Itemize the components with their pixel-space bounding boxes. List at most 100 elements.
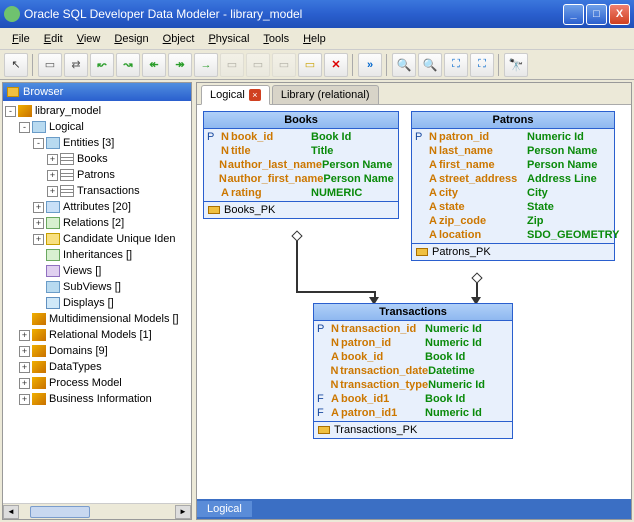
relation-line bbox=[296, 291, 376, 293]
menu-object[interactable]: Object bbox=[157, 31, 201, 47]
rel-icon bbox=[46, 217, 60, 229]
toolbar: ↜ ↝ ↞ ↠ → bbox=[0, 50, 634, 80]
relation-tool-3[interactable]: ↞ bbox=[142, 53, 166, 77]
tree-node[interactable]: + Patrons bbox=[5, 167, 189, 183]
tree-expander[interactable] bbox=[33, 298, 44, 309]
box-tool-2[interactable] bbox=[246, 53, 270, 77]
engineer-button[interactable] bbox=[358, 53, 382, 77]
tree-expander[interactable]: - bbox=[19, 122, 30, 133]
tab-logical[interactable]: Logical× bbox=[201, 85, 270, 105]
tree-expander[interactable]: + bbox=[33, 202, 44, 213]
fit-window-button[interactable] bbox=[444, 53, 468, 77]
delete-tool[interactable] bbox=[324, 53, 348, 77]
tree-expander[interactable]: + bbox=[47, 170, 58, 181]
entity-books[interactable]: BooksPNbook_idBook IdNtitleTitleNauthor_… bbox=[203, 111, 399, 219]
tree-expander[interactable]: + bbox=[19, 362, 30, 373]
menu-view[interactable]: View bbox=[71, 31, 107, 47]
tree-expander[interactable]: + bbox=[33, 218, 44, 229]
tree-node[interactable]: -Logical bbox=[5, 119, 189, 135]
tree-node[interactable]: +Relations [2] bbox=[5, 215, 189, 231]
bottom-tab-logical[interactable]: Logical bbox=[197, 501, 253, 517]
entity-patrons[interactable]: PatronsPNpatron_idNumeric IdNlast_namePe… bbox=[411, 111, 615, 261]
tree-label: Transactions bbox=[77, 185, 140, 197]
pointer-tool[interactable] bbox=[4, 53, 28, 77]
box-tool-3[interactable] bbox=[272, 53, 296, 77]
tree-expander[interactable]: + bbox=[33, 234, 44, 245]
box-icon bbox=[46, 281, 60, 293]
tree-node[interactable]: Multidimensional Models [] bbox=[5, 311, 189, 327]
navigator-button[interactable] bbox=[504, 53, 528, 77]
fit-selection-button[interactable] bbox=[470, 53, 494, 77]
tree-expander[interactable]: - bbox=[5, 106, 16, 117]
tree-node[interactable]: + Business Information bbox=[5, 391, 189, 407]
tree-label: Views [] bbox=[63, 265, 101, 277]
new-link-tool[interactable] bbox=[64, 53, 88, 77]
tree-node[interactable]: Inheritances [] bbox=[5, 247, 189, 263]
tree-node[interactable]: +Relational Models [1] bbox=[5, 327, 189, 343]
tree-expander[interactable] bbox=[19, 314, 30, 325]
new-entity-tool[interactable] bbox=[38, 53, 62, 77]
tree-expander[interactable]: + bbox=[19, 378, 30, 389]
note-tool[interactable] bbox=[298, 53, 322, 77]
tree-node[interactable]: +DataTypes bbox=[5, 359, 189, 375]
entity-column: Ntransaction_dateDatetime bbox=[315, 364, 511, 378]
tree-node[interactable]: SubViews [] bbox=[5, 279, 189, 295]
entity-column: Astreet_addressAddress Line bbox=[413, 172, 613, 186]
tree-expander[interactable]: - bbox=[33, 138, 44, 149]
tree-node[interactable]: +Books bbox=[5, 151, 189, 167]
menu-edit[interactable]: Edit bbox=[38, 31, 69, 47]
diagram-canvas[interactable]: BooksPNbook_idBook IdNtitleTitleNauthor_… bbox=[197, 105, 631, 499]
relation-tool-1[interactable]: ↜ bbox=[90, 53, 114, 77]
relation-tool-4[interactable]: ↠ bbox=[168, 53, 192, 77]
tree-expander[interactable]: + bbox=[19, 330, 30, 341]
menu-help[interactable]: Help bbox=[297, 31, 332, 47]
relation-tool-2[interactable]: ↝ bbox=[116, 53, 140, 77]
scroll-thumb[interactable] bbox=[30, 506, 90, 518]
tree-expander[interactable] bbox=[33, 250, 44, 261]
menu-tools[interactable]: Tools bbox=[257, 31, 295, 47]
tree-node[interactable]: -Entities [3] bbox=[5, 135, 189, 151]
tree-expander[interactable] bbox=[33, 266, 44, 277]
tab-library-relational-[interactable]: Library (relational) bbox=[272, 85, 379, 104]
tree-node[interactable]: +Process Model bbox=[5, 375, 189, 391]
scroll-left-button[interactable]: ◄ bbox=[3, 505, 19, 519]
box-tool-1[interactable] bbox=[220, 53, 244, 77]
tree-expander[interactable] bbox=[33, 282, 44, 293]
tree-node[interactable]: Displays [] bbox=[5, 295, 189, 311]
cube-icon bbox=[32, 313, 46, 325]
minimize-button[interactable]: _ bbox=[563, 4, 584, 25]
entity-transactions[interactable]: TransactionsPNtransaction_idNumeric IdNp… bbox=[313, 303, 513, 439]
tree-node[interactable]: +Domains [9] bbox=[5, 343, 189, 359]
tree-expander[interactable]: + bbox=[19, 346, 30, 357]
tree-expander[interactable]: + bbox=[47, 154, 58, 165]
tab-close-icon[interactable]: × bbox=[249, 89, 261, 101]
tree-label: Attributes [20] bbox=[63, 201, 131, 213]
menu-physical[interactable]: Physical bbox=[202, 31, 255, 47]
tree-expander[interactable]: + bbox=[47, 186, 58, 197]
relation-diamond bbox=[291, 230, 302, 241]
menu-file[interactable]: File bbox=[6, 31, 36, 47]
relation-tool-5[interactable]: → bbox=[194, 53, 218, 77]
scroll-right-button[interactable]: ► bbox=[175, 505, 191, 519]
tree-node[interactable]: + Attributes [20] bbox=[5, 199, 189, 215]
zoom-in-button[interactable] bbox=[392, 53, 416, 77]
box-icon bbox=[46, 137, 60, 149]
close-button[interactable]: X bbox=[609, 4, 630, 25]
menu-design[interactable]: Design bbox=[108, 31, 154, 47]
tree-node[interactable]: + Transactions bbox=[5, 183, 189, 199]
tree-node[interactable]: -library_model bbox=[5, 103, 189, 119]
maximize-button[interactable]: □ bbox=[586, 4, 607, 25]
entity-column: AcityCity bbox=[413, 186, 613, 200]
entity-column: PNtransaction_idNumeric Id bbox=[315, 322, 511, 336]
tree-node[interactable]: +Candidate Unique Iden bbox=[5, 231, 189, 247]
horizontal-scrollbar[interactable]: ◄ ► bbox=[3, 503, 191, 519]
tree[interactable]: -library_model-Logical-Entities [3]+Book… bbox=[3, 101, 191, 503]
tree-expander[interactable]: + bbox=[19, 394, 30, 405]
entity-column: Npatron_idNumeric Id bbox=[315, 336, 511, 350]
relation-diamond bbox=[471, 272, 482, 283]
zoom-out-button[interactable] bbox=[418, 53, 442, 77]
tree-label: Business Information bbox=[49, 393, 152, 405]
key-icon bbox=[46, 233, 60, 245]
tree-label: Patrons bbox=[77, 169, 115, 181]
tree-node[interactable]: Views [] bbox=[5, 263, 189, 279]
